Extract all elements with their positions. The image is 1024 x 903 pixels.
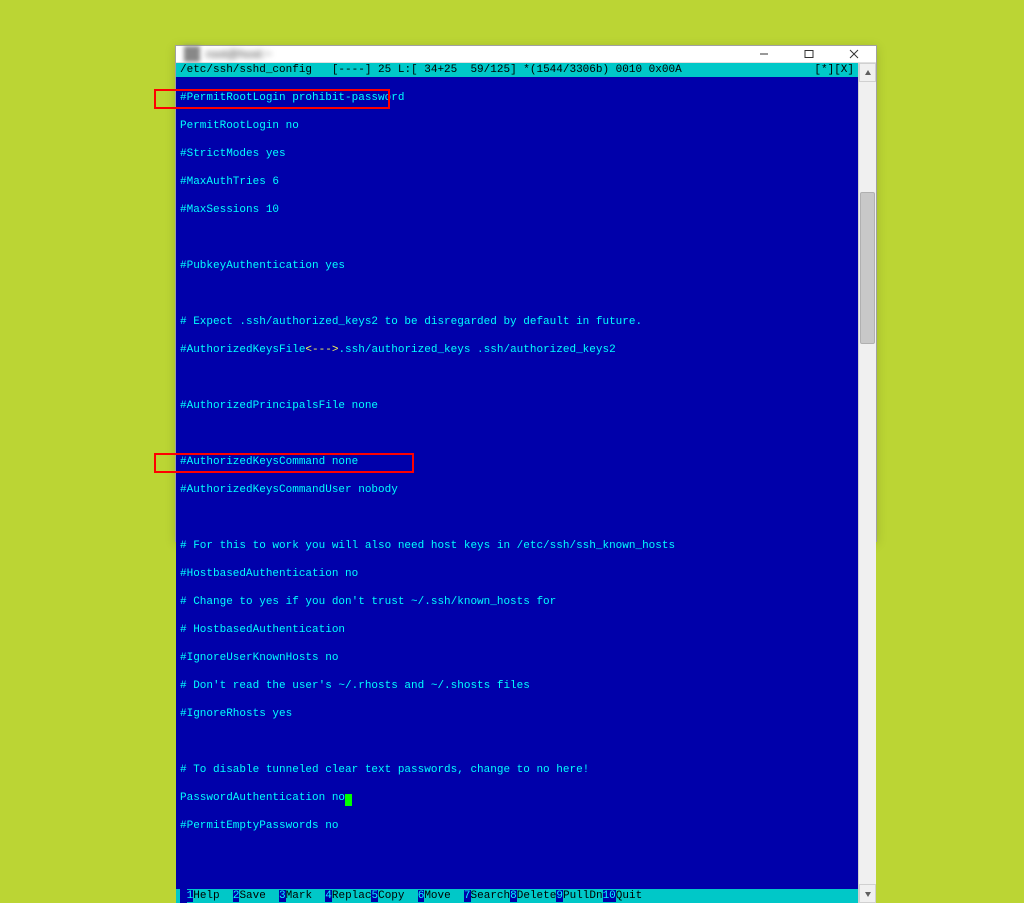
config-line: #AuthorizedPrincipalsFile none [180,399,854,413]
config-line: #PermitEmptyPasswords no [180,819,854,833]
fn-save[interactable]: 2Save [233,889,279,903]
scroll-thumb[interactable] [860,192,875,344]
config-line: # Expect .ssh/authorized_keys2 to be dis… [180,315,854,329]
cursor [345,794,352,806]
fn-search[interactable]: 7Search [464,889,510,903]
function-key-bar: 1Help 2Save 3Mark 4Replac5Copy 6Move 7Se… [176,889,858,903]
config-line [180,231,854,245]
config-line: #AuthorizedKeysFile<--->.ssh/authorized_… [180,343,854,357]
password-auth-line: PasswordAuthentication no [180,791,854,805]
window-title: root@host:~ [206,47,272,61]
config-line: # To disable tunneled clear text passwor… [180,763,854,777]
window-titlebar[interactable]: root@host:~ [176,46,876,63]
terminal-window: root@host:~ /etc/ssh/sshd_config [----] … [175,45,877,542]
editor-content[interactable]: #PermitRootLogin prohibit-password Permi… [176,77,858,889]
config-line: #AuthorizedKeysCommand none [180,455,854,469]
config-line: #IgnoreUserKnownHosts no [180,651,854,665]
config-line: #StrictModes yes [180,147,854,161]
config-line [180,371,854,385]
maximize-button[interactable] [786,46,831,62]
fn-help[interactable]: 1Help [187,889,233,903]
config-line: #AuthorizedKeysCommandUser nobody [180,483,854,497]
config-line: # For this to work you will also need ho… [180,539,854,553]
fn-delete[interactable]: 8Delete [510,889,556,903]
config-line: #MaxSessions 10 [180,203,854,217]
config-line [180,735,854,749]
fn-copy[interactable]: 5Copy [371,889,417,903]
fn-move[interactable]: 6Move [418,889,464,903]
config-line [180,847,854,861]
config-line: # Don't read the user's ~/.rhosts and ~/… [180,679,854,693]
config-line: # Change to yes if you don't trust ~/.ss… [180,595,854,609]
permit-root-login-line: PermitRootLogin no [180,119,854,133]
config-line: #IgnoreRhosts yes [180,707,854,721]
vertical-scrollbar[interactable] [858,63,876,903]
minimize-button[interactable] [741,46,786,62]
fn-quit[interactable]: 10Quit [603,889,649,903]
status-info: [----] 25 L:[ 34+25 59/125] *(1544/3306b… [312,64,682,76]
config-line: #PubkeyAuthentication yes [180,259,854,273]
scroll-track[interactable] [859,82,876,884]
fn-replace[interactable]: 4Replac [325,889,371,903]
config-line: #PermitRootLogin prohibit-password [180,91,854,105]
config-line [180,511,854,525]
scroll-up-button[interactable] [859,63,876,82]
fn-pulldn[interactable]: 9PullDn [556,889,602,903]
close-button[interactable] [831,46,876,62]
app-icon [184,46,200,62]
config-line [180,287,854,301]
marker: <---> [305,344,338,356]
scroll-down-button[interactable] [859,884,876,903]
fn-mark[interactable]: 3Mark [279,889,325,903]
terminal-area[interactable]: /etc/ssh/sshd_config [----] 25 L:[ 34+25… [176,63,858,903]
config-line [180,427,854,441]
editor-status-bar: /etc/ssh/sshd_config [----] 25 L:[ 34+25… [176,63,858,77]
status-file: /etc/ssh/sshd_config [180,64,312,76]
config-line: #HostbasedAuthentication no [180,567,854,581]
config-line: #MaxAuthTries 6 [180,175,854,189]
config-line: # HostbasedAuthentication [180,623,854,637]
status-right: [*][X] [814,63,854,77]
